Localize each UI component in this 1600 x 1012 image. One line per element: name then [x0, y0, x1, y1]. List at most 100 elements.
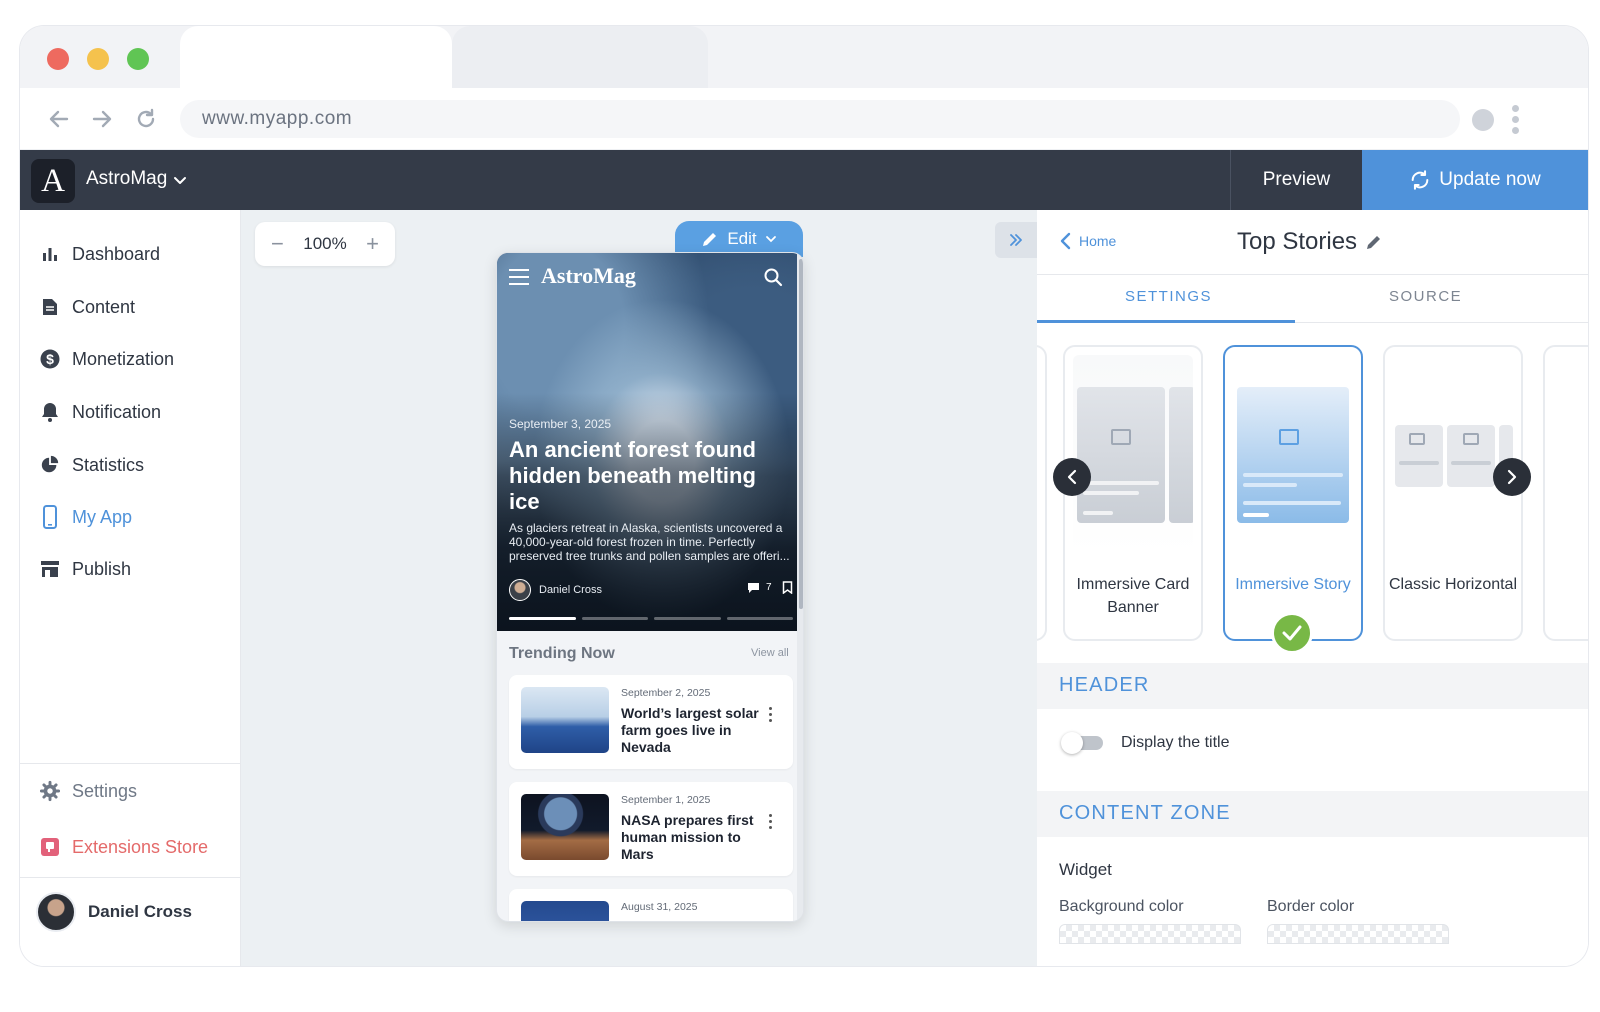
profile-icon[interactable]: [1472, 109, 1494, 131]
display-title-toggle[interactable]: [1061, 732, 1105, 754]
bookmark-icon[interactable]: [782, 581, 793, 594]
chevron-down-icon[interactable]: [173, 174, 187, 188]
zoom-in-button[interactable]: +: [366, 231, 379, 257]
border-color-picker[interactable]: [1267, 924, 1449, 944]
browser-tab-active[interactable]: [180, 26, 452, 88]
hamburger-menu-icon[interactable]: [509, 269, 529, 285]
carousel-next-button[interactable]: [1493, 458, 1531, 496]
settings-panel: Home Top Stories SETTINGS SOURCE Immersi…: [1037, 210, 1588, 966]
reload-icon[interactable]: [131, 104, 161, 134]
phone-preview: AstroMag September 3, 2025 An ancient fo…: [496, 252, 804, 922]
template-carousel: Immersive Card Banner Immersive Story Cl…: [1037, 323, 1588, 663]
sidebar-item-content[interactable]: Content: [40, 292, 135, 322]
sidebar-item-notification[interactable]: Notification: [40, 397, 161, 427]
display-title-label: Display the title: [1121, 734, 1230, 751]
update-now-button[interactable]: Update now: [1362, 150, 1588, 210]
comment-icon[interactable]: [747, 582, 760, 594]
pencil-icon[interactable]: [1365, 233, 1383, 251]
svg-text:$: $: [46, 351, 54, 367]
trending-title: Trending Now: [509, 645, 615, 662]
sidebar-item-publish[interactable]: Publish: [40, 554, 131, 584]
address-bar[interactable]: www.myapp.com: [180, 100, 1460, 138]
bar-chart-icon: [40, 244, 60, 264]
image-placeholder-icon: [1279, 429, 1299, 445]
zoom-control: − 100% +: [255, 222, 395, 266]
minimize-window-button[interactable]: [87, 48, 109, 70]
background-color-label: Background color: [1059, 898, 1184, 915]
template-card-partial[interactable]: [1543, 345, 1588, 641]
forward-arrow-icon[interactable]: [87, 104, 117, 134]
widget-title: Top Stories: [1237, 228, 1358, 255]
article-card[interactable]: September 1, 2025 NASA prepares first hu…: [509, 782, 793, 876]
widget-label: Widget: [1059, 860, 1112, 879]
back-arrow-icon[interactable]: [44, 104, 74, 134]
maximize-window-button[interactable]: [127, 48, 149, 70]
image-placeholder-icon: [1463, 433, 1479, 445]
sidebar-item-statistics[interactable]: Statistics: [40, 450, 144, 480]
browser-tab-strip: [20, 26, 1588, 88]
view-all-link[interactable]: View all: [751, 647, 789, 659]
hero-story-image[interactable]: AstroMag September 3, 2025 An ancient fo…: [497, 253, 797, 631]
pie-chart-icon: [40, 455, 60, 475]
browser-menu-icon[interactable]: [1510, 102, 1520, 138]
refresh-icon: [1411, 170, 1429, 190]
app-logo: A: [31, 159, 75, 203]
page-title: Top Stories: [1237, 228, 1383, 256]
app-switcher[interactable]: AstroMag: [86, 168, 167, 190]
search-icon[interactable]: [763, 267, 783, 287]
image-placeholder-icon: [1409, 433, 1425, 445]
article-card[interactable]: September 2, 2025 World’s largest solar …: [509, 675, 793, 769]
border-color-label: Border color: [1267, 898, 1355, 915]
sidebar-item-settings[interactable]: Settings: [40, 776, 137, 806]
sidebar-item-dashboard[interactable]: Dashboard: [40, 239, 160, 269]
close-window-button[interactable]: [47, 48, 69, 70]
phone-scrollbar[interactable]: [799, 259, 803, 609]
double-chevron-right-icon: [1010, 234, 1022, 246]
sidebar-item-extensions-store[interactable]: Extensions Store: [40, 832, 208, 862]
background-color-picker[interactable]: [1059, 924, 1241, 944]
user-profile[interactable]: Daniel Cross: [36, 892, 192, 932]
browser-toolbar: www.myapp.com: [20, 88, 1588, 150]
zoom-out-button[interactable]: −: [271, 231, 284, 257]
app-header: A AstroMag Preview Update now: [20, 150, 1588, 210]
sidebar-item-monetization[interactable]: $ Monetization: [40, 344, 174, 374]
hero-title[interactable]: An ancient forest found hidden beneath m…: [509, 437, 789, 515]
tab-source[interactable]: SOURCE: [1389, 288, 1462, 305]
template-card-immersive-story[interactable]: Immersive Story: [1223, 345, 1363, 641]
template-label: Immersive Card Banner: [1076, 576, 1190, 616]
collapse-panel-button[interactable]: [995, 222, 1037, 258]
article-card[interactable]: August 31, 2025: [509, 889, 793, 921]
back-home-label: Home: [1079, 233, 1117, 249]
more-options-icon[interactable]: [767, 707, 773, 723]
sidebar: Dashboard Content $ Monetization Notific…: [20, 210, 241, 966]
article-title: World’s largest solar farm goes live in …: [621, 705, 759, 755]
sidebar-divider: [20, 763, 241, 764]
sidebar-item-my-app[interactable]: My App: [40, 502, 132, 532]
browser-tab-second[interactable]: [452, 26, 708, 88]
preview-button[interactable]: Preview: [1230, 150, 1362, 210]
tab-settings[interactable]: SETTINGS: [1125, 288, 1212, 305]
avatar: [36, 892, 76, 932]
image-placeholder-icon: [1111, 429, 1131, 445]
sidebar-divider: [20, 877, 241, 878]
pencil-icon: [703, 233, 717, 246]
sidebar-item-label: Content: [72, 296, 136, 317]
back-home-link[interactable]: Home: [1059, 232, 1116, 250]
article-date: August 31, 2025: [621, 901, 698, 913]
template-card-partial[interactable]: [1037, 345, 1047, 641]
template-preview: [1233, 355, 1353, 555]
sidebar-item-label: Statistics: [72, 454, 145, 475]
phone-icon: [40, 505, 60, 529]
article-date: September 1, 2025: [621, 794, 711, 806]
more-options-icon[interactable]: [767, 814, 773, 830]
article-thumbnail: [521, 901, 609, 921]
preview-canvas: − 100% + Edit AstroMag September 3, 2025…: [241, 210, 1037, 966]
sidebar-item-label: My App: [72, 506, 133, 527]
template-card-immersive-card-banner[interactable]: Immersive Card Banner: [1063, 345, 1203, 641]
article-thumbnail: [521, 687, 609, 753]
sidebar-item-label: Publish: [72, 558, 132, 579]
carousel-prev-button[interactable]: [1053, 458, 1091, 496]
dollar-icon: $: [40, 349, 60, 369]
author-name: Daniel Cross: [539, 584, 602, 596]
chevron-left-icon: [1067, 469, 1077, 485]
